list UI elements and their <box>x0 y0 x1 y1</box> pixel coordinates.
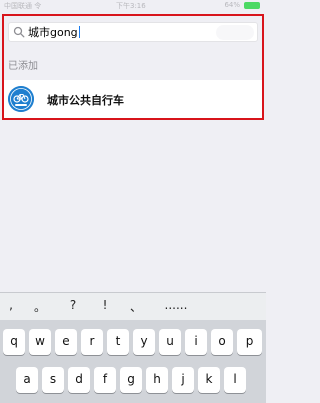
key-t[interactable]: t <box>107 329 129 355</box>
key-u[interactable]: u <box>159 329 181 355</box>
status-bar: 中国联通 令 下午3:16 64% <box>0 0 266 12</box>
search-input[interactable]: 城市gong <box>8 22 258 42</box>
punct-key[interactable]: ? <box>66 298 80 312</box>
result-item[interactable]: 城市公共自行车 <box>4 80 262 118</box>
text-caret <box>78 26 80 38</box>
punct-key[interactable]: ! <box>98 298 112 312</box>
result-label: 城市公共自行车 <box>47 94 124 107</box>
search-bar: 城市gong <box>4 16 262 48</box>
key-s[interactable]: s <box>42 367 64 393</box>
key-q[interactable]: q <box>3 329 25 355</box>
clock: 下午3:16 <box>116 2 146 10</box>
search-icon <box>13 26 25 38</box>
key-g[interactable]: g <box>120 367 142 393</box>
key-o[interactable]: o <box>211 329 233 355</box>
key-w[interactable]: w <box>29 329 51 355</box>
punct-key[interactable]: , <box>4 298 18 312</box>
section-title: 已添加 <box>8 61 38 72</box>
punct-key[interactable]: 、 <box>129 298 143 315</box>
key-l[interactable]: l <box>224 367 246 393</box>
search-query: 城市gong <box>28 26 80 39</box>
keyboard: , 。 ? ! 、 ...... q w e r t y u i o p a s… <box>0 292 266 403</box>
key-e[interactable]: e <box>55 329 77 355</box>
carrier-label: 中国联通 令 <box>4 2 42 10</box>
section-header: 已添加 <box>4 50 262 78</box>
key-j[interactable]: j <box>172 367 194 393</box>
key-y[interactable]: y <box>133 329 155 355</box>
bicycle-logo-icon <box>8 86 34 112</box>
key-f[interactable]: f <box>94 367 116 393</box>
key-h[interactable]: h <box>146 367 168 393</box>
punct-key[interactable]: ...... <box>164 298 188 312</box>
battery-icon <box>244 2 260 9</box>
key-i[interactable]: i <box>185 329 207 355</box>
key-d[interactable]: d <box>68 367 90 393</box>
key-k[interactable]: k <box>198 367 220 393</box>
battery-percent: 64% <box>224 1 240 9</box>
clear-button[interactable] <box>216 25 254 40</box>
key-p[interactable]: p <box>237 329 262 355</box>
key-r[interactable]: r <box>81 329 103 355</box>
punctuation-row: , 。 ? ! 、 ...... <box>0 292 266 320</box>
key-a[interactable]: a <box>16 367 38 393</box>
punct-key[interactable]: 。 <box>33 298 47 315</box>
